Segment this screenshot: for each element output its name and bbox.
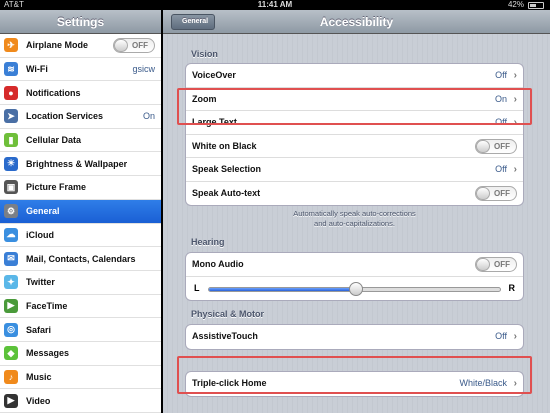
sidebar-item-safari[interactable]: ◎ Safari bbox=[0, 318, 161, 342]
assistivetouch-value: Off bbox=[495, 331, 507, 341]
sidebar-item-brightness-wallpaper[interactable]: ☀ Brightness & Wallpaper bbox=[0, 152, 161, 177]
sidebar-item-messages[interactable]: ◆ Messages bbox=[0, 342, 161, 366]
speak-autotext-footnote: Automatically speak auto-corrections and… bbox=[185, 209, 524, 229]
sidebar-item-value: On bbox=[142, 111, 155, 122]
sidebar-item-label: Brightness & Wallpaper bbox=[26, 158, 128, 169]
sidebar-item-label: Location Services bbox=[26, 111, 104, 122]
status-bar: AT&T 11:41 AM 42% bbox=[0, 0, 550, 10]
mono-audio-switch[interactable]: OFF bbox=[475, 257, 517, 272]
sidebar-item-label: Picture Frame bbox=[26, 182, 87, 193]
sidebar-item-label: Video bbox=[26, 395, 51, 406]
page-title: Accessibility bbox=[319, 15, 394, 29]
sidebar-item-label: Notifications bbox=[26, 87, 81, 98]
speak-selection-value: Off bbox=[495, 164, 507, 174]
twitter-icon: ✦ bbox=[4, 275, 18, 290]
battery-icon bbox=[528, 2, 544, 9]
music-icon: ♪ bbox=[4, 369, 18, 384]
sidebar-item-label: General bbox=[26, 206, 60, 217]
brightness-icon: ☀ bbox=[4, 156, 18, 171]
chevron-right-icon: › bbox=[513, 164, 517, 175]
white-on-black-row: White on Black OFF bbox=[186, 135, 523, 158]
wifi-icon: ≋ bbox=[4, 62, 18, 77]
icloud-icon: ☁ bbox=[4, 227, 18, 242]
chevron-right-icon: › bbox=[513, 70, 517, 81]
sidebar-item-airplane-mode[interactable]: ✈ Airplane Mode OFF bbox=[0, 34, 161, 58]
voiceover-row[interactable]: VoiceOver Off › bbox=[186, 64, 523, 88]
sidebar-item-video[interactable]: ▶ Video bbox=[0, 389, 161, 413]
white-on-black-label: White on Black bbox=[192, 140, 257, 151]
cellular-icon: ▮ bbox=[4, 133, 18, 148]
vision-group: VoiceOver Off › Zoom On › Large Text Off › White … bbox=[185, 63, 524, 206]
section-motor-header: Physical & Motor bbox=[191, 309, 265, 319]
hearing-group: Mono Audio OFF L R bbox=[185, 252, 524, 301]
sidebar-item-label: Mail, Contacts, Calendars bbox=[26, 253, 136, 264]
sidebar-item-label: iCloud bbox=[26, 229, 54, 240]
sidebar-item-location-services[interactable]: ➤ Location Services On bbox=[0, 105, 161, 129]
balance-slider-thumb[interactable] bbox=[348, 281, 363, 296]
speak-auto-text-label: Speak Auto-text bbox=[192, 187, 261, 198]
voiceover-label: VoiceOver bbox=[192, 70, 236, 80]
sidebar-item-cellular-data[interactable]: ▮ Cellular Data bbox=[0, 129, 161, 153]
clock: 11:41 AM bbox=[257, 0, 293, 9]
white-on-black-switch[interactable]: OFF bbox=[475, 138, 517, 154]
notifications-icon: ● bbox=[4, 85, 18, 100]
sidebar-item-wi-fi[interactable]: ≋ Wi-Fi gsicw bbox=[0, 58, 161, 82]
speak-selection-row[interactable]: Speak Selection Off › bbox=[186, 158, 523, 182]
sidebar-item-label: FaceTime bbox=[26, 300, 68, 311]
balance-right-label: R bbox=[508, 282, 516, 293]
motor-group: AssistiveTouch Off › bbox=[185, 324, 524, 350]
sidebar-item-mail-contacts-calendars[interactable]: ✉ Mail, Contacts, Calendars bbox=[0, 247, 161, 271]
section-hearing-header: Hearing bbox=[191, 237, 225, 247]
sidebar-item-label: Twitter bbox=[26, 277, 55, 288]
gear-icon: ⚙ bbox=[4, 204, 18, 219]
sidebar-item-twitter[interactable]: ✦ Twitter bbox=[0, 271, 161, 295]
battery-percentage: 42% bbox=[507, 0, 524, 9]
section-vision-header: Vision bbox=[191, 49, 218, 59]
footnote-line-1: Automatically speak auto-corrections bbox=[293, 209, 416, 218]
sidebar-title: Settings bbox=[0, 10, 161, 34]
sidebar-item-label: Airplane Mode bbox=[26, 40, 89, 51]
mono-audio-label: Mono Audio bbox=[192, 259, 244, 269]
sidebar-item-label: Safari bbox=[26, 324, 52, 335]
sidebar-item-general[interactable]: ⚙ General bbox=[0, 199, 161, 224]
airplane-icon: ✈ bbox=[4, 38, 18, 53]
triple-click-highlight-box bbox=[177, 356, 532, 394]
mail-icon: ✉ bbox=[4, 251, 18, 266]
footnote-line-2: and auto-capitalizations. bbox=[314, 219, 395, 228]
facetime-icon: ▶ bbox=[4, 298, 18, 313]
sidebar-item-label: Messages bbox=[26, 348, 70, 359]
sidebar-list: ✈ Airplane Mode OFF ≋ Wi-Fi gsicw ● Notificatio… bbox=[0, 34, 161, 413]
sidebar-item-notifications[interactable]: ● Notifications bbox=[0, 81, 161, 106]
detail-header: General Accessibility bbox=[163, 10, 550, 34]
assistivetouch-label: AssistiveTouch bbox=[192, 331, 258, 341]
picture-frame-icon: ▣ bbox=[4, 180, 18, 195]
sidebar-item-label: Wi-Fi bbox=[26, 64, 48, 75]
sidebar-item-music[interactable]: ♪ Music bbox=[0, 366, 161, 390]
speak-selection-label: Speak Selection bbox=[192, 164, 262, 174]
settings-sidebar: Settings ✈ Airplane Mode OFF ≋ Wi-Fi gsicw ● No… bbox=[0, 10, 161, 413]
sidebar-item-value: gsicw bbox=[132, 64, 155, 75]
chevron-right-icon: › bbox=[513, 331, 517, 342]
balance-left-label: L bbox=[194, 282, 200, 293]
sidebar-item-picture-frame[interactable]: ▣ Picture Frame bbox=[0, 176, 161, 200]
speak-auto-text-row: Speak Auto-text OFF bbox=[186, 182, 523, 206]
assistivetouch-row[interactable]: AssistiveTouch Off › bbox=[186, 325, 523, 349]
accessibility-pane: General Accessibility Vision VoiceOver Of… bbox=[163, 10, 550, 413]
messages-icon: ◆ bbox=[4, 346, 18, 361]
video-icon: ▶ bbox=[4, 393, 18, 408]
sidebar-item-facetime[interactable]: ▶ FaceTime bbox=[0, 295, 161, 319]
sidebar-item-label: Cellular Data bbox=[26, 135, 82, 146]
mono-audio-row: Mono Audio OFF bbox=[186, 253, 523, 277]
location-icon: ➤ bbox=[4, 109, 18, 124]
back-button[interactable]: General bbox=[171, 14, 216, 30]
sidebar-item-icloud[interactable]: ☁ iCloud bbox=[0, 224, 161, 248]
speak-auto-text-switch[interactable]: OFF bbox=[475, 185, 517, 201]
safari-icon: ◎ bbox=[4, 322, 18, 337]
airplane-mode-switch[interactable]: OFF bbox=[113, 38, 155, 53]
balance-slider-row: L R bbox=[186, 277, 523, 300]
sidebar-item-label: Music bbox=[26, 371, 52, 382]
zoom-highlight-box bbox=[177, 88, 532, 125]
voiceover-value: Off bbox=[495, 70, 507, 80]
